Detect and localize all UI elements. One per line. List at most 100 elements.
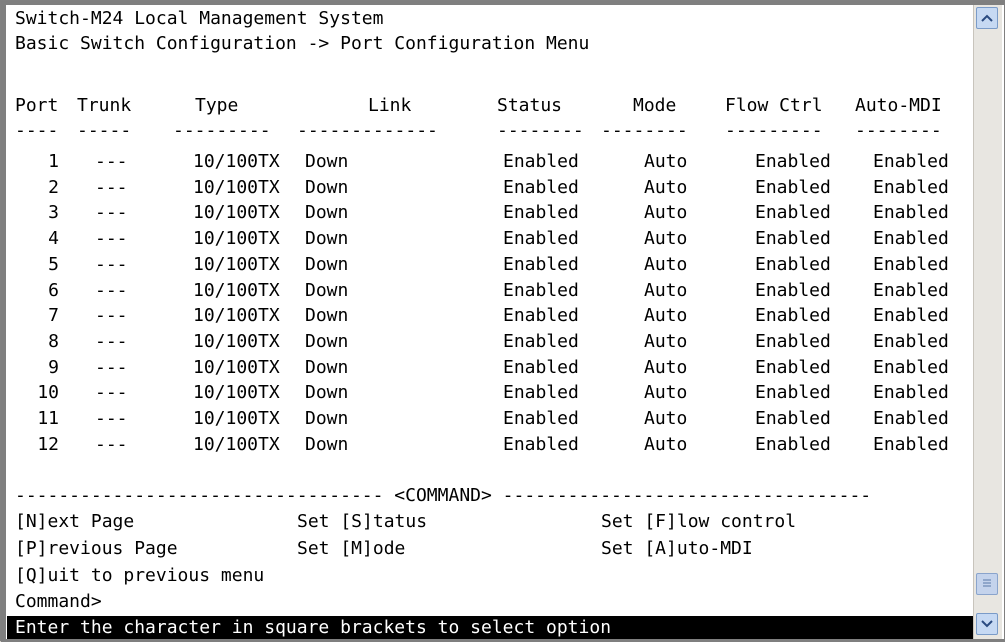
- cell-link: Down: [305, 254, 349, 275]
- col-separator-status: --------: [497, 120, 584, 141]
- previous-page-command[interactable]: [P]revious Page: [15, 536, 178, 562]
- cell-type: 10/100TX: [193, 228, 280, 249]
- cell-link: Down: [305, 408, 349, 429]
- set-status-command[interactable]: Set [S]tatus: [297, 509, 427, 535]
- cell-trunk: ---: [95, 408, 128, 429]
- window-frame-left: [1, 1, 6, 642]
- cell-trunk: ---: [95, 434, 128, 455]
- scroll-up-button[interactable]: [976, 7, 998, 29]
- cell-status: Enabled: [503, 382, 579, 403]
- cell-auto-mdi: Enabled: [873, 305, 949, 326]
- quit-command[interactable]: [Q]uit to previous menu: [15, 563, 264, 589]
- cell-type: 10/100TX: [193, 408, 280, 429]
- arrow-up-icon: [981, 14, 993, 22]
- cell-link: Down: [305, 151, 349, 172]
- cell-flow-ctrl: Enabled: [755, 254, 831, 275]
- cell-port: 1: [48, 151, 59, 172]
- cell-port: 2: [48, 177, 59, 198]
- cell-trunk: ---: [95, 177, 128, 198]
- cell-status: Enabled: [503, 280, 579, 301]
- cell-trunk: ---: [95, 357, 128, 378]
- cell-auto-mdi: Enabled: [873, 331, 949, 352]
- cell-type: 10/100TX: [193, 280, 280, 301]
- col-separator-trunk: -----: [77, 120, 132, 141]
- cell-port: 11: [37, 408, 59, 429]
- cell-mode: Auto: [644, 202, 688, 223]
- cell-mode: Auto: [644, 254, 688, 275]
- cell-flow-ctrl: Enabled: [755, 382, 831, 403]
- cell-trunk: ---: [95, 202, 128, 223]
- cell-flow-ctrl: Enabled: [755, 202, 831, 223]
- cell-mode: Auto: [644, 228, 688, 249]
- scroll-thumb[interactable]: [976, 573, 998, 595]
- col-separator-link: -------------: [297, 120, 438, 141]
- next-page-command[interactable]: [N]ext Page: [15, 509, 134, 535]
- cell-mode: Auto: [644, 331, 688, 352]
- cell-auto-mdi: Enabled: [873, 151, 949, 172]
- cell-type: 10/100TX: [193, 305, 280, 326]
- cell-auto-mdi: Enabled: [873, 382, 949, 403]
- cell-port: 10: [37, 382, 59, 403]
- command-prompt[interactable]: Command>: [15, 589, 102, 615]
- cell-port: 9: [48, 357, 59, 378]
- cell-status: Enabled: [503, 305, 579, 326]
- cell-link: Down: [305, 177, 349, 198]
- cell-type: 10/100TX: [193, 202, 280, 223]
- cell-status: Enabled: [503, 177, 579, 198]
- cell-auto-mdi: Enabled: [873, 202, 949, 223]
- cell-port: 3: [48, 202, 59, 223]
- cell-link: Down: [305, 357, 349, 378]
- cell-flow-ctrl: Enabled: [755, 280, 831, 301]
- cell-link: Down: [305, 331, 349, 352]
- cell-type: 10/100TX: [193, 382, 280, 403]
- cell-mode: Auto: [644, 177, 688, 198]
- cell-mode: Auto: [644, 382, 688, 403]
- cell-flow-ctrl: Enabled: [755, 408, 831, 429]
- cell-link: Down: [305, 228, 349, 249]
- cell-trunk: ---: [95, 305, 128, 326]
- cell-port: 5: [48, 254, 59, 275]
- cell-trunk: ---: [95, 151, 128, 172]
- col-header-type: Type: [195, 95, 239, 116]
- cell-port: 7: [48, 305, 59, 326]
- cell-port: 8: [48, 331, 59, 352]
- cell-auto-mdi: Enabled: [873, 177, 949, 198]
- cell-mode: Auto: [644, 408, 688, 429]
- cell-mode: Auto: [644, 305, 688, 326]
- cell-port: 4: [48, 228, 59, 249]
- col-header-trunk: Trunk: [77, 95, 132, 116]
- cell-type: 10/100TX: [193, 331, 280, 352]
- col-header-status: Status: [497, 95, 563, 116]
- cell-trunk: ---: [95, 254, 128, 275]
- col-header-link: Link: [368, 95, 412, 116]
- cell-trunk: ---: [95, 228, 128, 249]
- col-separator-mode: --------: [601, 120, 688, 141]
- cell-status: Enabled: [503, 434, 579, 455]
- col-separator-port: ----: [15, 120, 59, 141]
- vertical-scrollbar[interactable]: [973, 5, 1002, 639]
- terminal-window: Switch-M24 Local Management System Basic…: [0, 0, 1005, 642]
- cell-status: Enabled: [503, 254, 579, 275]
- cell-flow-ctrl: Enabled: [755, 357, 831, 378]
- terminal-screen[interactable]: Switch-M24 Local Management System Basic…: [7, 6, 973, 639]
- set-mode-command[interactable]: Set [M]ode: [297, 536, 405, 562]
- cell-flow-ctrl: Enabled: [755, 331, 831, 352]
- cell-auto-mdi: Enabled: [873, 357, 949, 378]
- col-separator-type: ---------: [173, 120, 271, 141]
- cell-link: Down: [305, 382, 349, 403]
- status-bar: Enter the character in square brackets t…: [7, 616, 973, 639]
- set-flow-control-command[interactable]: Set [F]low control: [601, 509, 796, 535]
- set-auto-mdi-command[interactable]: Set [A]uto-MDI: [601, 536, 753, 562]
- cell-mode: Auto: [644, 357, 688, 378]
- cell-status: Enabled: [503, 331, 579, 352]
- cell-type: 10/100TX: [193, 434, 280, 455]
- cell-port: 6: [48, 280, 59, 301]
- cell-type: 10/100TX: [193, 357, 280, 378]
- cell-status: Enabled: [503, 202, 579, 223]
- scroll-down-button[interactable]: [976, 613, 998, 635]
- col-separator-auto-mdi: --------: [855, 120, 942, 141]
- col-header-flow-ctrl: Flow Ctrl: [725, 95, 823, 116]
- cell-status: Enabled: [503, 151, 579, 172]
- cell-auto-mdi: Enabled: [873, 280, 949, 301]
- cell-type: 10/100TX: [193, 151, 280, 172]
